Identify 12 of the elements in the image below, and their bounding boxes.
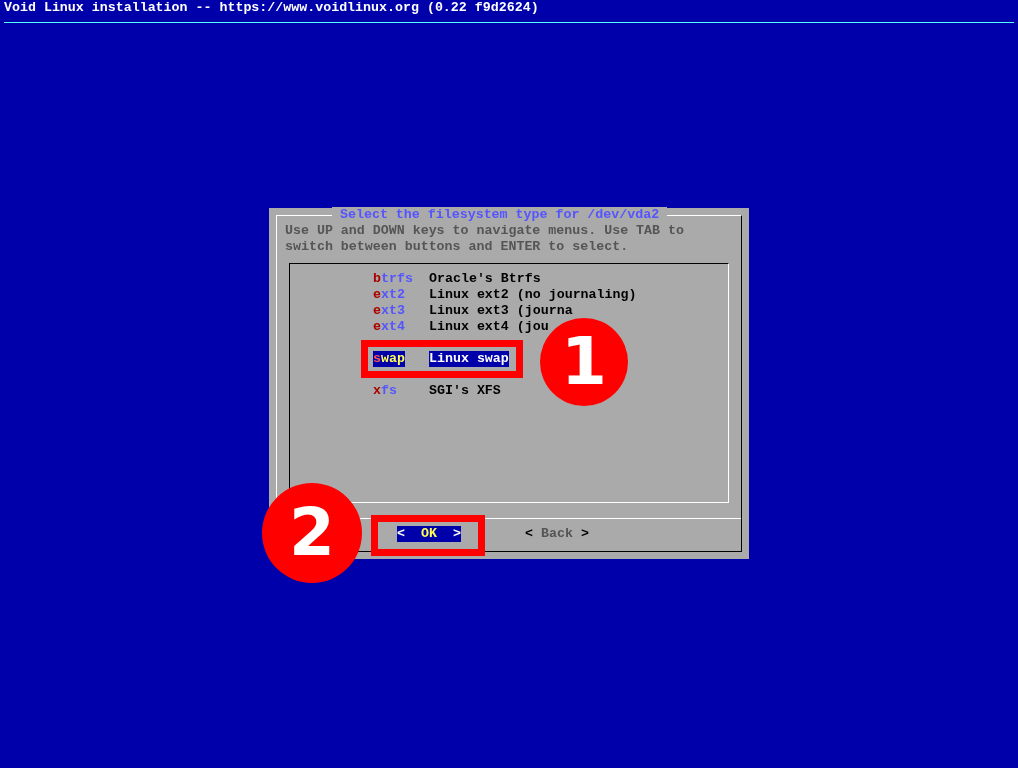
menu-item-description[interactable]: Linux ext3 (journa <box>429 303 573 319</box>
instructions-text: Use UP and DOWN keys to navigate menus. Use TAB to switch between buttons and ENTER to select. <box>285 223 685 255</box>
menu-item-description[interactable]: Oracle's Btrfs <box>429 271 541 287</box>
menu-item-description[interactable]: Linux swap <box>429 351 509 367</box>
menu-item-description[interactable]: SGI's XFS <box>429 383 501 399</box>
ok-button[interactable]: < OK > <box>397 526 461 542</box>
menu-item-tag[interactable]: swap <box>373 351 405 367</box>
menu-item-description[interactable]: Linux ext2 (no journaling) <box>429 287 637 303</box>
screen-title: Void Linux installation -- https://www.voidlinux.org (0.22 f9d2624) <box>3 0 540 16</box>
step-badge: 2 <box>262 483 362 583</box>
dialog-title: Select the filesystem type for /dev/vda2 <box>332 207 668 223</box>
back-button[interactable]: < Back > <box>525 526 589 542</box>
